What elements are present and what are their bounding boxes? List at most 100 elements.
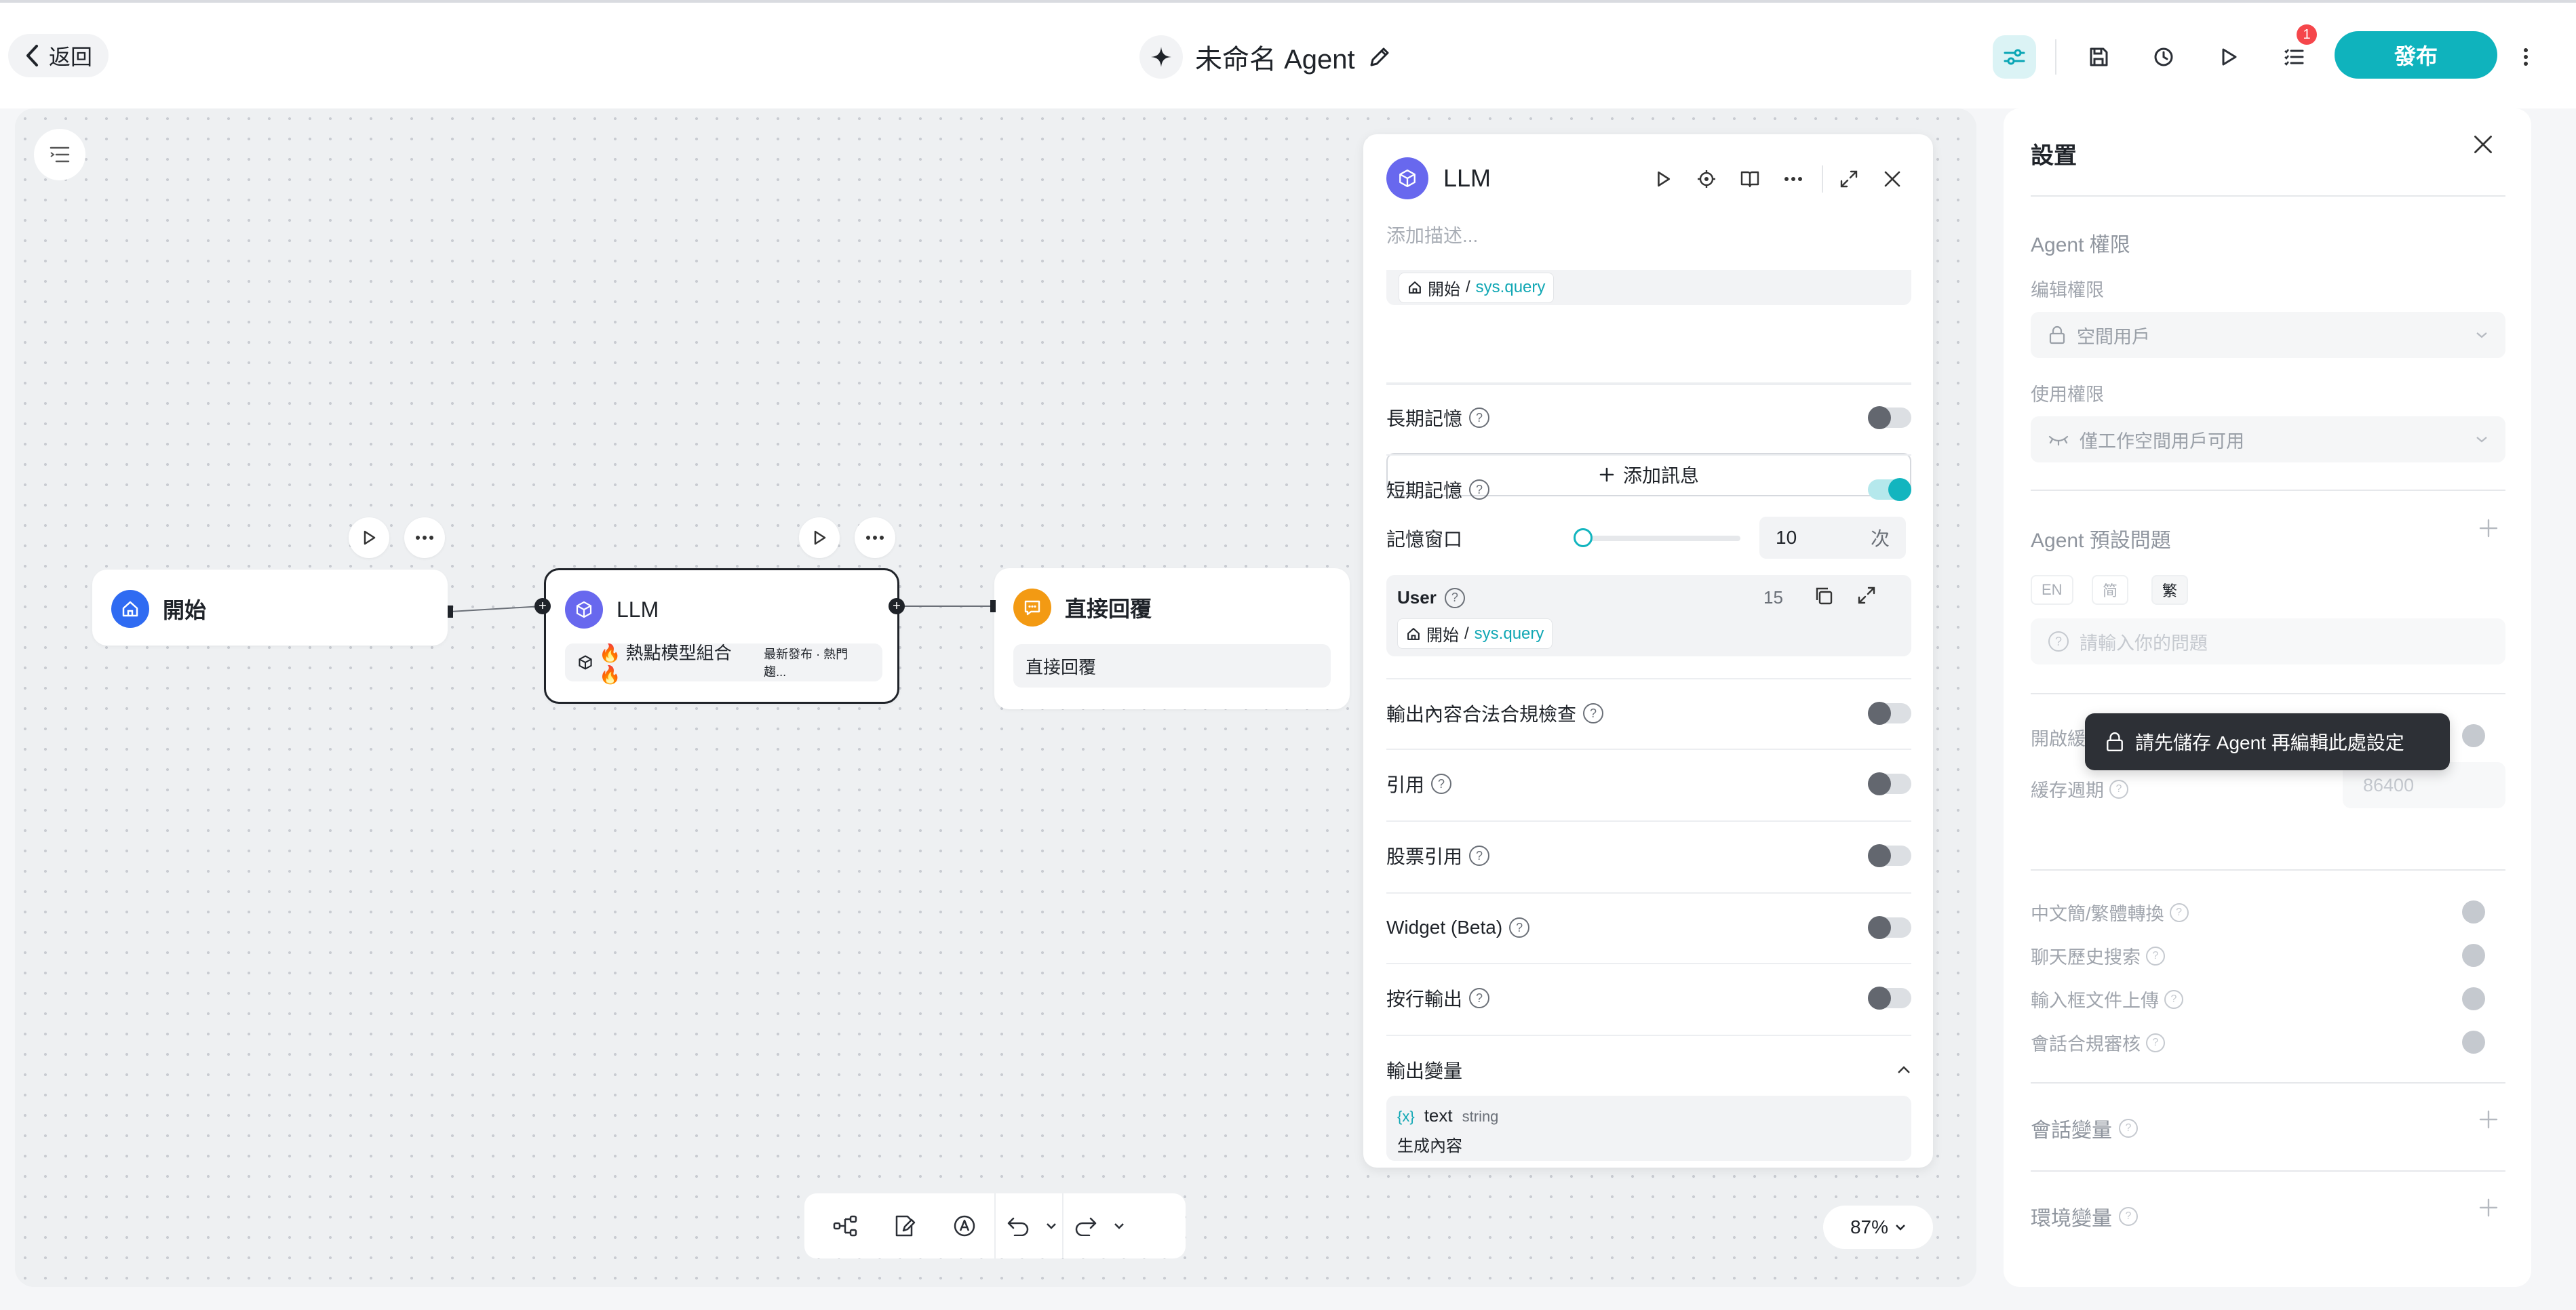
close-icon[interactable] — [2473, 134, 2493, 155]
output-vars-header[interactable]: 輸出變量 — [1386, 1054, 1911, 1086]
add-session-var-icon[interactable] — [2478, 1109, 2499, 1130]
help-icon[interactable]: ? — [2146, 1033, 2165, 1052]
save-icon[interactable] — [2077, 35, 2120, 79]
divider — [1386, 749, 1911, 750]
help-icon[interactable]: ? — [1469, 408, 1490, 428]
save-first-tooltip: 請先儲存 Agent 再編輯此處設定 — [2085, 713, 2450, 770]
add-note-icon[interactable] — [875, 1193, 935, 1258]
help-icon[interactable]: ? — [1469, 846, 1490, 866]
locate-icon[interactable] — [1690, 163, 1723, 195]
panel-title: LLM — [1443, 164, 1491, 192]
line-output-toggle[interactable] — [1868, 987, 1911, 1010]
help-icon[interactable]: ? — [1509, 917, 1530, 938]
cache-period-label: 緩存週期 — [2031, 780, 2104, 801]
help-icon[interactable]: ? — [1431, 774, 1452, 794]
llm-input-port[interactable]: + — [534, 598, 551, 614]
lang-tab-en[interactable]: EN — [2031, 575, 2073, 605]
llm-more-button[interactable] — [855, 517, 895, 558]
expand-icon[interactable] — [1833, 163, 1865, 195]
output-var-name: text — [1424, 1105, 1453, 1126]
auto-format-icon[interactable] — [935, 1193, 994, 1258]
slider-handle[interactable] — [1574, 528, 1593, 547]
canvas-toolbar — [804, 1193, 1186, 1258]
llm-output-port[interactable]: + — [889, 598, 905, 614]
docs-icon[interactable] — [1734, 163, 1766, 195]
llm-node[interactable]: LLM 🔥 熱點模型組合 🔥 最新發布 · 熱門趨... — [544, 568, 899, 704]
chat-bubble-icon — [1013, 589, 1051, 627]
undo-dropdown-icon[interactable] — [1040, 1193, 1062, 1258]
llm-run-button[interactable] — [799, 517, 840, 558]
start-node[interactable]: 開始 — [92, 570, 448, 646]
help-icon[interactable]: ? — [1469, 988, 1490, 1008]
lang-tab-simplified[interactable]: 简 — [2092, 575, 2129, 605]
prompt-input-source[interactable]: 開始 / sys.query — [1386, 270, 1911, 305]
toolbar-divider — [2055, 39, 2056, 75]
edit-permission-select[interactable]: 空間用戶 — [2031, 312, 2505, 358]
start-more-button[interactable] — [404, 517, 445, 558]
toggle-label: 輸出內容合法合規檢查 — [1386, 704, 1577, 725]
more-options-icon[interactable] — [1777, 163, 1810, 195]
description-placeholder[interactable]: 添加描述... — [1386, 221, 1478, 248]
lock-icon — [2048, 325, 2066, 344]
add-env-var-icon[interactable] — [2478, 1197, 2499, 1218]
edit-permission-value: 空間用戶 — [2077, 326, 2150, 347]
variable-chip[interactable]: 開始 / sys.query — [1399, 272, 1555, 303]
llm-model-chip[interactable]: 🔥 熱點模型組合 🔥 最新發布 · 熱門趨... — [565, 643, 882, 685]
stock-citation-toggle[interactable] — [1868, 844, 1911, 867]
add-question-icon[interactable] — [2478, 518, 2499, 538]
help-icon[interactable]: ? — [2146, 946, 2165, 966]
question-input[interactable]: ? 請輸入你的問題 — [2031, 618, 2505, 664]
memory-window-slider[interactable] — [1574, 528, 1740, 547]
help-icon[interactable]: ? — [2119, 1207, 2138, 1226]
expand-icon[interactable] — [1857, 586, 1876, 605]
memory-window-label: 記憶窗口 — [1386, 529, 1463, 550]
copy-icon[interactable] — [1814, 586, 1834, 606]
redo-icon[interactable] — [1063, 1193, 1108, 1258]
help-icon[interactable]: ? — [1444, 587, 1465, 608]
run-node-icon[interactable] — [1647, 163, 1679, 195]
short-memory-label: 短期記憶 — [1386, 480, 1463, 501]
help-icon[interactable]: ? — [2164, 989, 2183, 1009]
layout-icon[interactable] — [815, 1193, 875, 1258]
divider — [2031, 693, 2505, 694]
direct-reply-node[interactable]: 直接回覆 直接回覆 — [994, 568, 1350, 709]
divider — [1386, 892, 1911, 894]
help-icon[interactable]: ? — [2169, 902, 2189, 922]
reply-input-port[interactable] — [990, 600, 996, 612]
start-run-button[interactable] — [349, 517, 389, 558]
settings-panel: 設置 Agent 權限 编辑權限 空間用戶 使用權限 僅工作空間用戶可用 Age… — [2004, 108, 2531, 1287]
memory-window-input[interactable]: 10 次 — [1759, 517, 1906, 559]
llm-node-label: LLM — [617, 597, 659, 622]
help-icon[interactable]: ? — [2119, 1119, 2138, 1138]
settings-toggle-button[interactable] — [1993, 35, 2036, 79]
model-cube-icon — [577, 654, 593, 671]
help-icon[interactable]: ? — [1583, 703, 1604, 723]
use-permission-select[interactable]: 僅工作空間用戶可用 — [2031, 416, 2505, 462]
help-icon[interactable]: ? — [2109, 779, 2128, 799]
user-message-block[interactable]: User ? 15 開始 / sys.query — [1386, 575, 1911, 656]
output-vars-label: 輸出變量 — [1386, 1060, 1463, 1081]
short-memory-toggle[interactable] — [1868, 478, 1911, 501]
help-icon[interactable]: ? — [1469, 479, 1490, 500]
citation-toggle[interactable] — [1868, 772, 1911, 795]
widget-toggle[interactable] — [1868, 916, 1911, 939]
lang-tab-traditional[interactable]: 繁 — [2151, 575, 2189, 605]
llm-model-name: 🔥 熱點模型組合 🔥 — [599, 643, 732, 685]
chevron-up-icon[interactable] — [1896, 1065, 1911, 1075]
close-icon[interactable] — [1876, 163, 1909, 195]
zoom-control[interactable]: 87% — [1823, 1206, 1933, 1249]
env-vars-row: 環境變量 ? — [2031, 1202, 2138, 1231]
feature-row: 聊天歷史搜索 ? — [2031, 942, 2165, 969]
start-output-port[interactable] — [448, 606, 453, 618]
long-memory-toggle[interactable] — [1868, 406, 1911, 429]
compliance-toggle[interactable] — [1868, 702, 1911, 725]
publish-button[interactable]: 發布 — [2335, 31, 2497, 79]
undo-icon[interactable] — [996, 1193, 1040, 1258]
chip-sep: / — [1466, 278, 1470, 296]
run-icon[interactable] — [2207, 35, 2250, 79]
use-permission-value: 僅工作空間用戶可用 — [2080, 431, 2244, 452]
history-icon[interactable] — [2142, 35, 2185, 79]
more-options-icon[interactable] — [2518, 35, 2534, 79]
variable-chip[interactable]: 開始 / sys.query — [1397, 618, 1553, 649]
redo-dropdown-icon[interactable] — [1108, 1193, 1130, 1258]
